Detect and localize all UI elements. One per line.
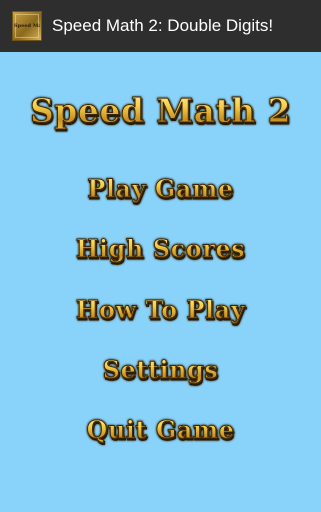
app-screen: Speed Math 2 Speed Math 2: Double Digits… <box>0 0 321 512</box>
how-to-play-button[interactable]: How To Play <box>0 294 321 326</box>
window-title: Speed Math 2: Double Digits! <box>52 16 274 35</box>
high-scores-button[interactable]: High Scores <box>0 233 321 265</box>
settings-button[interactable]: Settings <box>0 354 321 386</box>
game-title: Speed Math 2 <box>0 90 321 132</box>
title-bar: Speed Math 2 Speed Math 2: Double Digits… <box>0 0 321 52</box>
app-icon-label: Speed Math 2 <box>14 23 40 29</box>
app-icon: Speed Math 2 <box>12 11 42 41</box>
play-game-button[interactable]: Play Game <box>0 173 321 205</box>
quit-game-button[interactable]: Quit Game <box>0 414 321 446</box>
